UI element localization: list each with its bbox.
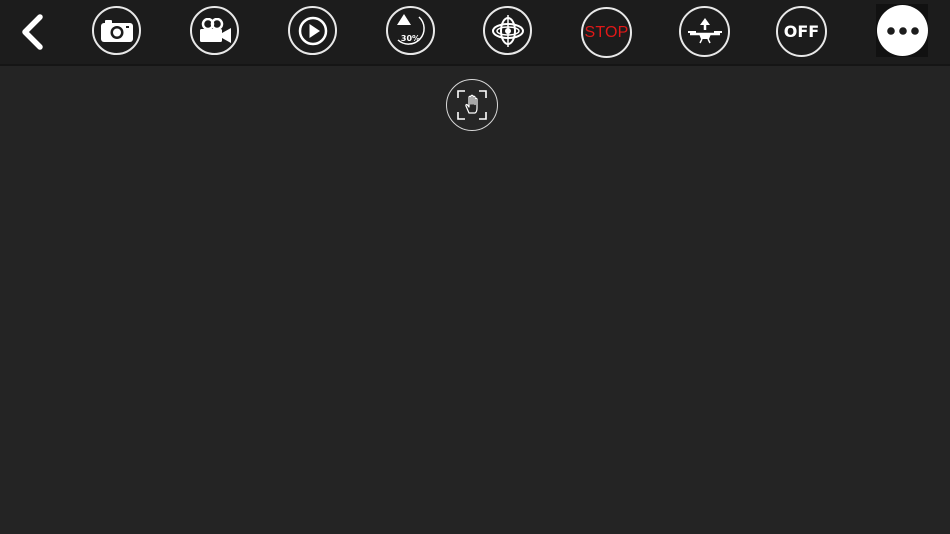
more-button[interactable]: [877, 5, 928, 56]
drone-takeoff-icon: [687, 17, 722, 43]
speed-gauge-icon: [397, 14, 425, 45]
camera-icon: [100, 19, 133, 42]
back-button[interactable]: [14, 12, 50, 52]
speed-value-label: 30%: [400, 34, 421, 43]
gyro-calibrate-button[interactable]: [483, 6, 532, 55]
takeoff-button[interactable]: [679, 6, 730, 57]
gesture-control-button[interactable]: [446, 79, 498, 131]
more-button-frame: [876, 4, 928, 57]
video-camera-icon: [199, 17, 231, 43]
gyro-icon: [491, 14, 524, 47]
power-button[interactable]: OFF: [776, 6, 827, 57]
stop-label: STOP: [584, 23, 629, 41]
photo-button[interactable]: [92, 6, 141, 55]
speed-button[interactable]: 30%: [386, 6, 435, 55]
video-button[interactable]: [190, 6, 239, 55]
more-dots-icon: [886, 26, 919, 35]
emergency-stop-button[interactable]: STOP: [581, 7, 632, 58]
back-chevron-icon: [22, 14, 43, 50]
top-toolbar: 30% STOP OFF: [0, 0, 950, 66]
hand-gesture-icon: [457, 90, 487, 120]
power-label: OFF: [783, 22, 820, 41]
play-icon: [298, 16, 327, 45]
playback-button[interactable]: [288, 6, 337, 55]
